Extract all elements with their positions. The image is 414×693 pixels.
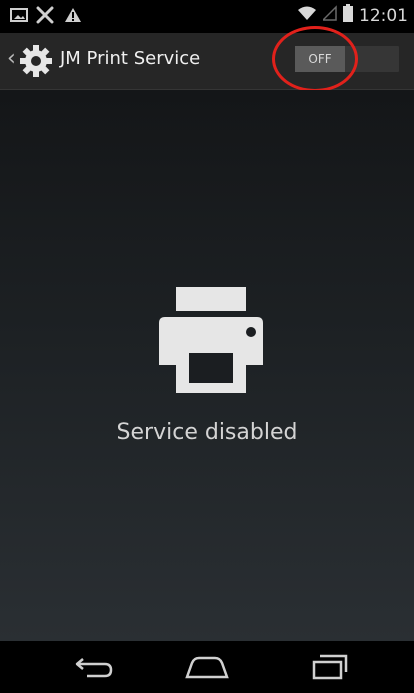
clock: 12:01	[359, 5, 408, 26]
home-icon[interactable]	[177, 651, 237, 683]
printer-icon	[151, 285, 271, 395]
signal-icon	[321, 5, 337, 26]
status-bar: 12:01	[0, 0, 414, 33]
toggle-thumb[interactable]: OFF	[295, 46, 345, 72]
battery-icon	[343, 4, 353, 27]
image-icon	[10, 7, 28, 27]
wifi-icon	[297, 5, 317, 26]
page-title[interactable]: JM Print Service	[60, 47, 200, 71]
system-icons: 12:01	[297, 4, 408, 27]
empty-state-message: Service disabled	[116, 420, 298, 445]
gear-icon[interactable]	[19, 44, 53, 78]
empty-state: Service disabled	[0, 90, 414, 641]
navigation-bar	[0, 641, 414, 693]
up-navigation-icon[interactable]: ‹	[7, 47, 16, 71]
recent-apps-icon[interactable]	[300, 651, 360, 683]
service-toggle[interactable]: OFF	[295, 46, 399, 72]
warning-icon	[64, 7, 82, 27]
screen: 12:01 ‹ JM Print Service OFF Service dis…	[0, 0, 414, 693]
back-icon[interactable]	[65, 651, 125, 683]
notification-icons	[10, 6, 82, 28]
tools-icon	[36, 6, 56, 28]
